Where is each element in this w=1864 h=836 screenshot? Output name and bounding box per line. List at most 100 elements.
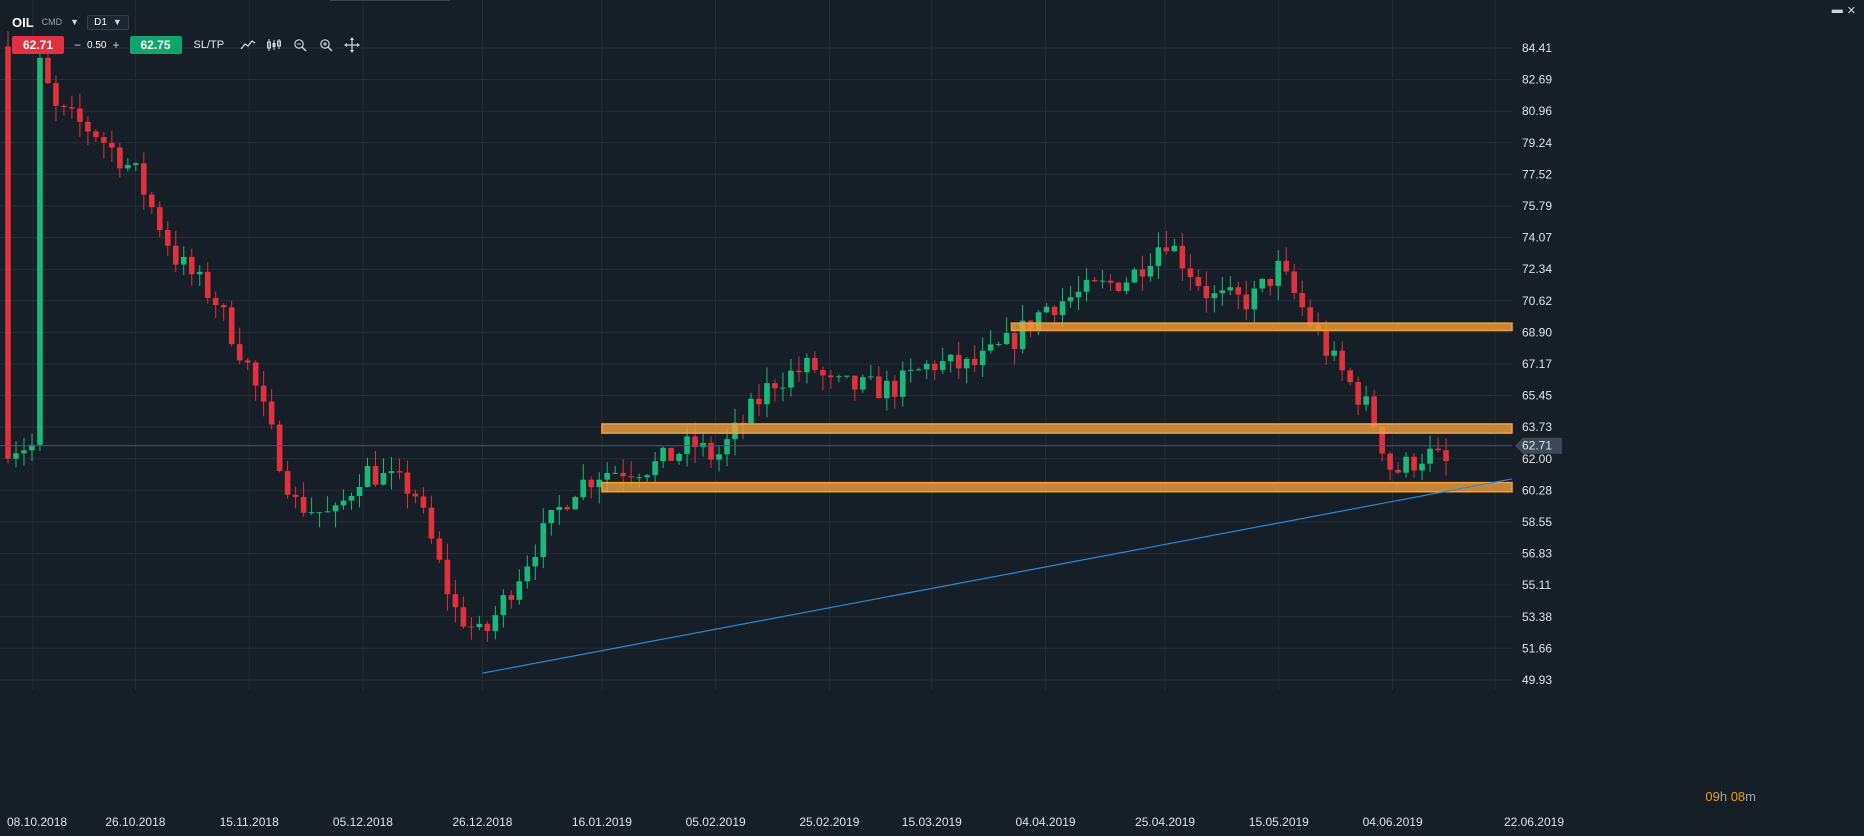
sell-button[interactable]: 62.71: [12, 36, 64, 54]
volume-increase-button[interactable]: +: [112, 38, 119, 52]
candle-bear: [45, 57, 51, 84]
candle-bear: [300, 496, 307, 513]
candle-bull: [1075, 291, 1082, 298]
candle-bull: [196, 271, 203, 275]
candle-bear: [172, 245, 179, 265]
candle-bull: [860, 377, 866, 390]
y-axis-tick-label: 67.17: [1522, 357, 1552, 371]
candle-bull: [356, 486, 363, 497]
trendline: [482, 478, 1513, 674]
x-axis-tick-label: 25.04.2019: [1135, 815, 1195, 829]
candle-bear: [508, 595, 515, 600]
zoom-out-icon[interactable]: [290, 36, 310, 54]
y-axis-tick-label: 51.66: [1522, 641, 1552, 655]
y-axis-tick-label: 80.96: [1522, 104, 1552, 118]
candle-bear: [1355, 382, 1361, 405]
timeframe-select[interactable]: D1 ▼: [87, 14, 129, 30]
candle-bull: [883, 380, 890, 399]
candle-bear: [412, 493, 419, 497]
timer-minutes-unit: m: [1745, 789, 1756, 804]
candle-bear: [1323, 330, 1329, 356]
candle-bull: [1003, 333, 1010, 345]
x-axis-tick-label: 15.05.2019: [1249, 815, 1309, 829]
x-axis-tick-label: 05.02.2019: [686, 815, 746, 829]
candle-bull: [700, 442, 706, 448]
symbol-chevron-down-icon[interactable]: ▼: [70, 17, 79, 27]
candle-bull: [868, 376, 874, 378]
chart-toolbar: OIL CMD ▼ D1 ▼ 62.71 − 0.50 + 62.75 SL/T…: [0, 0, 1864, 58]
candle-bull: [340, 500, 347, 506]
candle-bear: [1011, 333, 1018, 350]
candle-bear: [1371, 396, 1377, 427]
timeframe-label: D1: [94, 16, 107, 28]
sltp-button[interactable]: SL/TP: [194, 39, 225, 51]
candle-bull: [133, 163, 139, 165]
support-resistance-zone: [1010, 322, 1513, 332]
candle-bear: [1107, 280, 1114, 283]
close-button[interactable]: ✕: [1847, 4, 1856, 17]
candle-bear: [69, 107, 75, 109]
candle-bear: [1299, 293, 1306, 308]
y-axis-tick-label: 56.83: [1522, 547, 1552, 561]
candle-bull: [724, 439, 730, 455]
candle-bull: [1259, 278, 1266, 289]
candle-bull: [907, 369, 914, 371]
candle-bull: [388, 471, 395, 474]
candle-bear: [204, 271, 211, 298]
candle-bull: [1251, 288, 1258, 310]
candle-bull: [516, 581, 523, 600]
candle-bear: [1387, 453, 1393, 470]
candle-bear: [812, 357, 818, 370]
candle-bear: [1195, 277, 1202, 286]
instrument-row: OIL CMD ▼ D1 ▼: [12, 12, 129, 32]
candle-bear: [77, 108, 83, 122]
minimize-button[interactable]: ▬: [1832, 4, 1843, 17]
y-axis-tick-label: 60.28: [1522, 483, 1552, 497]
candle-bear: [1091, 279, 1098, 282]
candle-bull: [380, 473, 387, 485]
candle-bull: [308, 512, 315, 514]
volume-stepper: − 0.50 +: [70, 38, 124, 52]
y-axis-tick-label: 63.73: [1522, 420, 1552, 434]
zoom-in-icon[interactable]: [316, 36, 336, 54]
candle-bull: [780, 387, 786, 389]
candle-bear: [141, 163, 147, 195]
candle-bull: [1131, 269, 1138, 283]
candle-bear: [117, 147, 123, 169]
candles-icon[interactable]: [264, 36, 284, 54]
candle-bear: [828, 375, 834, 378]
candle-bear: [5, 46, 11, 459]
trading-chart-window: 84.41 82.69 80.96 79.24 77.52 75.79 74.07 72.34…: [0, 0, 1864, 836]
candle-bull: [1171, 245, 1178, 252]
candle-bull: [844, 375, 850, 377]
candle-bear: [109, 142, 115, 148]
candle-bear: [1187, 268, 1194, 278]
buy-button[interactable]: 62.75: [129, 36, 182, 54]
candle-bull: [636, 477, 642, 479]
trade-row: 62.71 − 0.50 + 62.75 SL/TP: [12, 35, 362, 55]
y-axis-tick-label: 65.45: [1522, 389, 1552, 403]
price-chart[interactable]: 84.4182.6980.9679.2477.5275.7974.0772.34…: [0, 0, 1864, 836]
candle-bull: [476, 623, 483, 628]
candle-bull: [644, 475, 650, 478]
volume-decrease-button[interactable]: −: [74, 38, 81, 52]
candle-bear: [628, 476, 634, 478]
candle-bull: [1211, 293, 1218, 299]
y-axis-tick-label: 72.34: [1522, 262, 1552, 276]
candle-bull: [37, 57, 43, 445]
x-axis-tick-label: 26.12.2018: [452, 815, 512, 829]
candle-bull: [1123, 282, 1130, 292]
x-axis-tick-label: 04.06.2019: [1363, 815, 1423, 829]
candle-bull: [764, 383, 770, 405]
line-chart-icon[interactable]: [238, 36, 258, 54]
volume-value[interactable]: 0.50: [87, 40, 106, 51]
candle-bull: [1067, 297, 1074, 302]
candle-bull: [1275, 260, 1282, 286]
y-axis-tick-label: 70.62: [1522, 294, 1552, 308]
candle-bull: [364, 466, 371, 487]
candle-bull: [21, 450, 27, 454]
x-axis-tick-label: 22.06.2019: [1504, 815, 1564, 829]
candle-bull: [995, 344, 1002, 346]
crosshair-icon[interactable]: [342, 36, 362, 54]
candle-bear: [1051, 306, 1058, 316]
